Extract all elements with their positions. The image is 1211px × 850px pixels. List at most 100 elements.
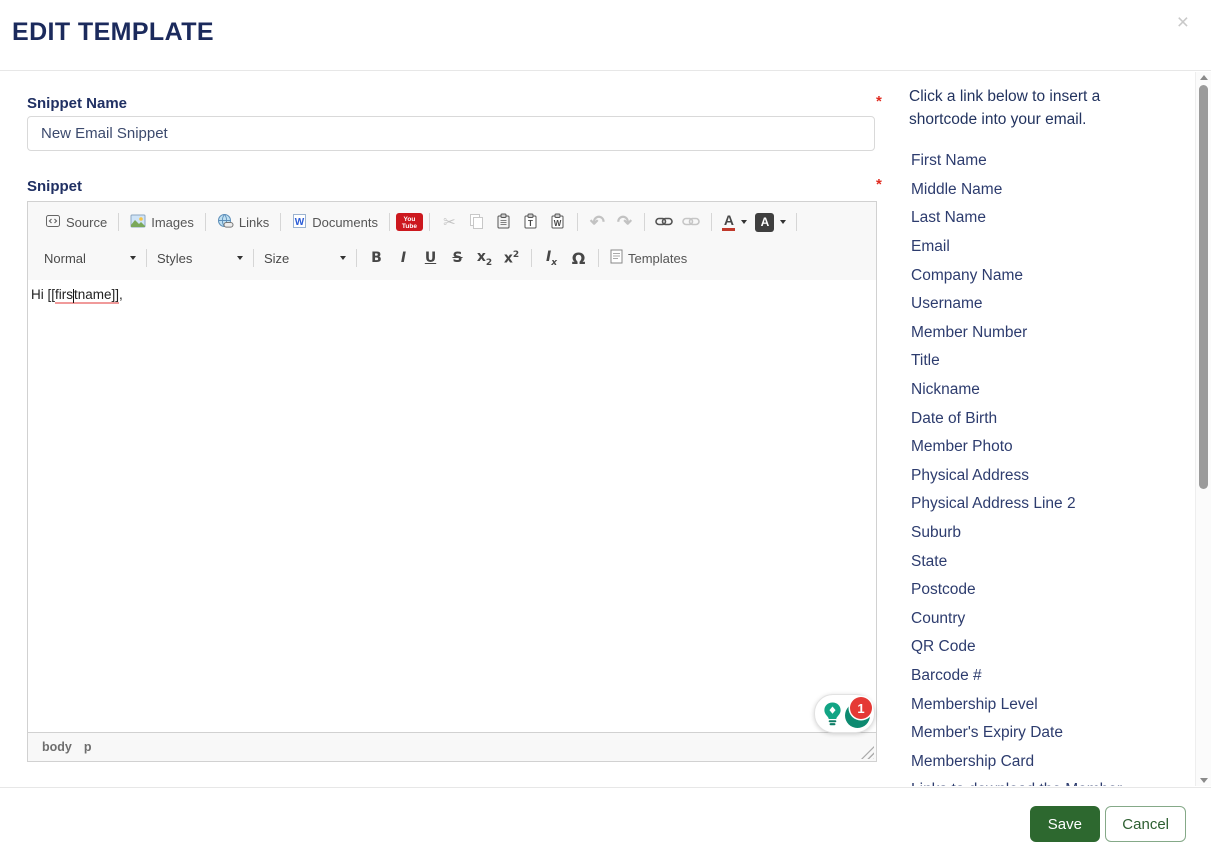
paste-word-icon: W [550, 213, 565, 232]
page-title: EDIT TEMPLATE [12, 18, 214, 47]
documents-button[interactable]: W Documents [287, 210, 383, 235]
shortcode-link[interactable]: Company Name [909, 261, 1193, 290]
unlink-icon [682, 215, 700, 230]
svg-text:W: W [554, 219, 562, 228]
shortcode-link[interactable]: First Name [909, 147, 1193, 176]
divider [711, 213, 712, 231]
text-color-button[interactable]: A [718, 209, 752, 235]
unlink-button[interactable] [678, 209, 705, 235]
youtube-button[interactable]: YouTube [396, 213, 423, 231]
image-icon [130, 213, 146, 232]
copy-button[interactable] [463, 209, 490, 235]
shortcode-link[interactable]: Email [909, 233, 1193, 262]
toolbar-row-2: Normal Styles Size B I U S x2 [28, 240, 876, 276]
strikethrough-icon: S [452, 250, 462, 266]
scroll-down-arrow[interactable] [1200, 778, 1208, 783]
resize-grip[interactable] [861, 746, 874, 759]
bg-color-icon: A [755, 213, 774, 232]
subscript-icon: x2 [477, 249, 492, 268]
shortcode-link[interactable]: QR Code [909, 633, 1193, 662]
bg-color-button[interactable]: A [752, 209, 790, 235]
underline-button[interactable]: U [417, 245, 444, 271]
shortcode-link[interactable]: Membership Card [909, 747, 1193, 776]
divider [577, 213, 578, 231]
shortcode-link[interactable]: Middle Name [909, 176, 1193, 205]
cancel-button[interactable]: Cancel [1105, 806, 1186, 842]
scroll-up-arrow[interactable] [1200, 75, 1208, 80]
cut-button[interactable]: ✂ [436, 209, 463, 235]
editor-statusbar: bodyp [28, 732, 876, 761]
vertical-scrollbar [1195, 72, 1211, 786]
shortcode-link[interactable]: Membership Level [909, 690, 1193, 719]
paste-word-button[interactable]: W [544, 209, 571, 235]
shortcode-link[interactable]: Member Photo [909, 433, 1193, 462]
edit-template-modal: EDIT TEMPLATE × Snippet Name * Snippet *… [0, 0, 1211, 850]
shortcode-link[interactable]: Username [909, 290, 1193, 319]
snippet-name-input[interactable] [27, 116, 875, 151]
templates-button[interactable]: Templates [605, 246, 692, 270]
shortcode-link[interactable]: Date of Birth [909, 404, 1193, 433]
insert-link-button[interactable] [651, 209, 678, 235]
snippet-name-label: Snippet Name [27, 95, 127, 112]
modal-footer: Save Cancel [0, 787, 1211, 850]
editor-toolbar: Source Images Links W Documents [28, 202, 876, 280]
modal-header: EDIT TEMPLATE × [0, 0, 1211, 71]
shortcode-list: First NameMiddle NameLast NameEmailCompa… [909, 147, 1193, 786]
required-marker-name: * [876, 93, 882, 110]
shortcode-link[interactable]: State [909, 547, 1193, 576]
divider [644, 213, 645, 231]
links-button[interactable]: Links [212, 210, 274, 235]
images-button[interactable]: Images [125, 210, 199, 235]
paste-button[interactable] [490, 209, 517, 235]
italic-icon: I [401, 250, 406, 266]
undo-button[interactable]: ↶ [584, 209, 611, 235]
svg-text:W: W [295, 217, 305, 228]
redo-button[interactable]: ↷ [611, 209, 638, 235]
templates-label: Templates [628, 251, 687, 266]
styles-dropdown[interactable]: Styles [153, 249, 247, 268]
redo-icon: ↷ [617, 213, 632, 231]
chevron-down-icon [237, 256, 243, 260]
grammar-checker-badge[interactable]: 1 [814, 694, 875, 733]
save-button[interactable]: Save [1030, 806, 1100, 842]
strikethrough-button[interactable]: S [444, 245, 471, 271]
globe-link-icon [217, 213, 234, 232]
superscript-button[interactable]: x2 [498, 245, 525, 271]
scrollbar-thumb[interactable] [1199, 85, 1208, 489]
omega-icon: Ω [572, 249, 586, 268]
shortcode-link[interactable]: Nickname [909, 376, 1193, 405]
shortcode-link[interactable]: Suburb [909, 519, 1193, 548]
close-icon[interactable]: × [1177, 12, 1189, 33]
bold-button[interactable]: B [363, 245, 390, 271]
paste-text-button[interactable]: T [517, 209, 544, 235]
italic-button[interactable]: I [390, 245, 417, 271]
remove-format-button[interactable]: Ix [538, 245, 565, 271]
shortcode-link[interactable]: Country [909, 605, 1193, 634]
editor-text: , [119, 287, 123, 302]
shortcode-link[interactable]: Postcode [909, 576, 1193, 605]
shortcode-link[interactable]: Member's Expiry Date [909, 719, 1193, 748]
paste-text-icon: T [523, 213, 538, 232]
editor-text: Hi [[ [31, 287, 55, 302]
shortcode-link[interactable]: Physical Address [909, 462, 1193, 491]
shortcode-link[interactable]: Barcode # [909, 662, 1193, 691]
divider [389, 213, 390, 231]
rich-text-editor: Source Images Links W Documents [27, 201, 877, 762]
templates-icon [610, 249, 623, 267]
special-char-button[interactable]: Ω [565, 245, 592, 271]
format-dropdown[interactable]: Normal [40, 249, 140, 268]
shortcode-link[interactable]: Physical Address Line 2 [909, 490, 1193, 519]
shortcode-link[interactable]: Last Name [909, 204, 1193, 233]
undo-icon: ↶ [590, 213, 605, 231]
shortcode-link[interactable]: Member Number [909, 319, 1193, 348]
shortcode-link[interactable]: Title [909, 347, 1193, 376]
element-path-item[interactable]: body [42, 740, 72, 754]
element-path-item[interactable]: p [84, 740, 92, 754]
shortcode-link[interactable]: Links to download the Member [909, 776, 1193, 786]
subscript-button[interactable]: x2 [471, 245, 498, 271]
bold-icon: B [371, 250, 382, 266]
editor-content[interactable]: Hi [[firstname]], [28, 280, 876, 732]
source-button[interactable]: Source [40, 210, 112, 235]
documents-label: Documents [312, 215, 378, 230]
size-dropdown[interactable]: Size [260, 249, 350, 268]
